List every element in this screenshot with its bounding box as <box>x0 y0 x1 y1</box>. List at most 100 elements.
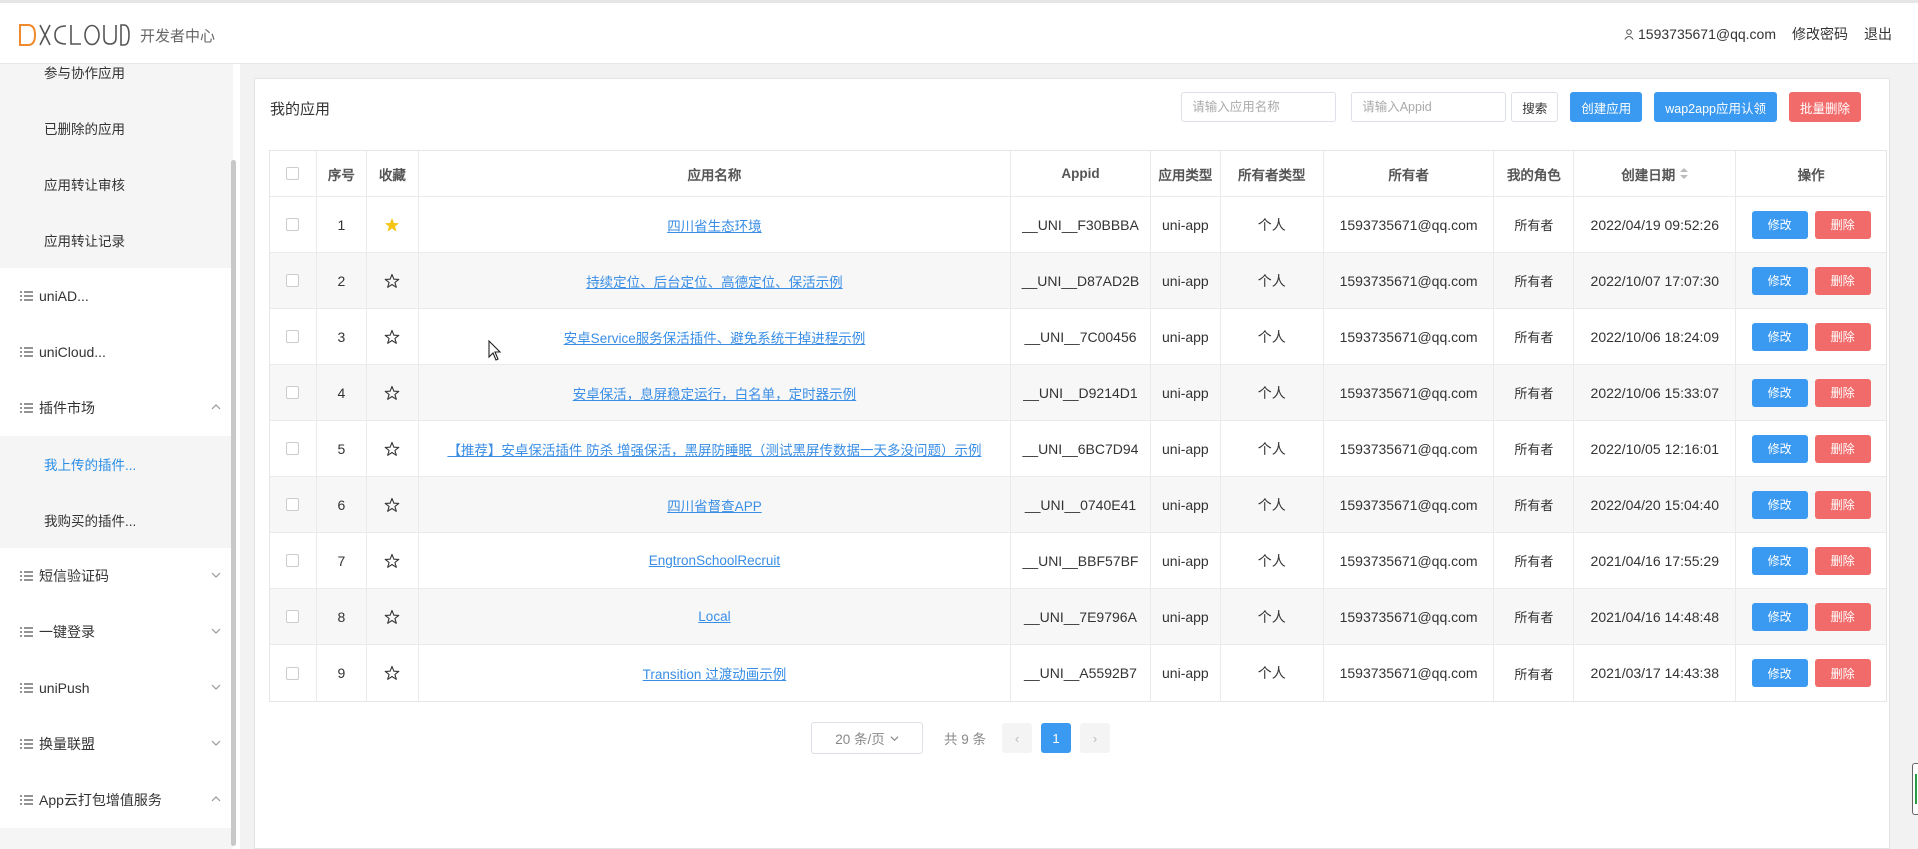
column-header: 创建日期 <box>1621 167 1676 183</box>
sidebar-item-label: uniCloud... <box>39 344 106 360</box>
sidebar-item-traffic-exchange[interactable]: 换量联盟 <box>0 716 233 772</box>
batch-delete-button[interactable]: 批量删除 <box>1788 92 1861 122</box>
delete-button[interactable]: 删除 <box>1814 378 1871 407</box>
app-name-link[interactable]: Local <box>698 609 730 624</box>
sidebar-item-my-uploaded-plugins[interactable]: 我上传的插件... <box>0 436 233 492</box>
edit-button[interactable]: 修改 <box>1751 434 1808 463</box>
row-number: 2 <box>317 253 367 308</box>
sidebar-item-uniad[interactable]: uniAD... <box>0 268 233 324</box>
row-checkbox[interactable] <box>286 330 300 343</box>
mouse-cursor-icon <box>488 340 502 361</box>
sidebar-item-collab-apps[interactable]: 参与协作应用 <box>0 64 233 100</box>
row-number: 3 <box>317 309 367 364</box>
star-outline-icon[interactable] <box>384 609 400 625</box>
star-filled-icon[interactable] <box>384 217 400 233</box>
owner-type-cell: 个人 <box>1221 197 1324 252</box>
edit-button[interactable]: 修改 <box>1751 659 1808 687</box>
edit-button[interactable]: 修改 <box>1751 490 1808 519</box>
change-password-link[interactable]: 修改密码 <box>1792 24 1848 44</box>
star-outline-icon[interactable] <box>384 665 400 681</box>
sidebar-scrollbar[interactable] <box>231 160 236 846</box>
role-cell: 所有者 <box>1494 253 1575 308</box>
app-name-link[interactable]: EngtronSchoolRecruit <box>649 553 780 568</box>
edge-scroll-widget[interactable] <box>1912 763 1918 815</box>
star-outline-icon[interactable] <box>384 441 400 457</box>
row-checkbox[interactable] <box>286 554 300 567</box>
row-checkbox[interactable] <box>286 610 300 623</box>
app-name-link[interactable]: 安卓保活，息屏稳定运行，白名单，定时器示例 <box>573 383 857 403</box>
app-type-cell: uni-app <box>1151 309 1221 364</box>
create-date-cell: 2021/04/16 14:48:48 <box>1574 589 1737 644</box>
table-row: 7 EngtronSchoolRecruit __UNI__BBF57BF uni-a… <box>270 533 1886 589</box>
appid-cell: __UNI__BBF57BF <box>1011 533 1151 588</box>
app-name-search-input[interactable] <box>1181 92 1337 122</box>
sidebar-item-my-purchased-plugins[interactable]: 我购买的插件... <box>0 492 233 548</box>
sidebar-item-app-cloud-build[interactable]: App云打包增值服务 <box>0 772 233 828</box>
select-all-checkbox[interactable] <box>286 167 300 180</box>
total-count: 共 9 条 <box>944 732 987 747</box>
row-checkbox[interactable] <box>286 442 300 455</box>
star-outline-icon[interactable] <box>384 273 400 289</box>
row-checkbox[interactable] <box>286 498 300 511</box>
app-name-link[interactable]: 【推荐】安卓保活插件 防杀 增强保活，黑屏防睡眠（测试黑屏传数据一天多没问题）示… <box>447 439 981 459</box>
edit-button[interactable]: 修改 <box>1751 546 1808 575</box>
create-date-cell: 2022/10/07 17:07:30 <box>1574 253 1737 308</box>
delete-button[interactable]: 删除 <box>1814 602 1871 631</box>
appid-cell: __UNI__D87AD2B <box>1011 253 1151 308</box>
row-checkbox[interactable] <box>286 218 300 231</box>
delete-button[interactable]: 删除 <box>1814 322 1871 351</box>
wap2app-claim-button[interactable]: wap2app应用认领 <box>1654 92 1777 122</box>
actions-cell: 修改 删除 <box>1736 365 1886 420</box>
sidebar-item-transfer-review[interactable]: 应用转让审核 <box>0 156 233 212</box>
sidebar-item-deleted-apps[interactable]: 已删除的应用 <box>0 100 233 156</box>
star-outline-icon[interactable] <box>384 329 400 345</box>
sidebar-item-transfer-records[interactable]: 应用转让记录 <box>0 212 233 268</box>
delete-button[interactable]: 删除 <box>1814 210 1871 239</box>
appid-search-input[interactable] <box>1351 92 1507 122</box>
sidebar-item-plugin-market[interactable]: 插件市场 <box>0 380 233 436</box>
app-name-link[interactable]: 安卓Service服务保活插件、避免系统干掉进程示例 <box>564 327 866 347</box>
prev-page-button[interactable]: ‹ <box>1002 723 1033 753</box>
row-number: 4 <box>317 365 367 420</box>
sidebar-item-unipush[interactable]: uniPush <box>0 660 233 716</box>
delete-button[interactable]: 删除 <box>1814 546 1871 575</box>
app-name-link[interactable]: 四川省生态环境 <box>667 215 762 235</box>
app-name-link[interactable]: 四川省督查APP <box>667 495 762 515</box>
create-date-cell: 2022/04/20 15:04:40 <box>1574 477 1737 532</box>
app-name-link[interactable]: 持续定位、后台定位、高德定位、保活示例 <box>586 271 843 291</box>
create-app-button[interactable]: 创建应用 <box>1570 92 1643 122</box>
star-outline-icon[interactable] <box>384 497 400 513</box>
star-outline-icon[interactable] <box>384 553 400 569</box>
row-checkbox[interactable] <box>286 386 300 399</box>
row-checkbox[interactable] <box>286 274 300 287</box>
sidebar-item-partial <box>0 828 233 849</box>
edit-button[interactable]: 修改 <box>1751 266 1808 295</box>
app-name-link[interactable]: Transition 过渡动画示例 <box>643 663 787 683</box>
sidebar-item-one-click-login[interactable]: 一键登录 <box>0 604 233 660</box>
edit-button[interactable]: 修改 <box>1751 378 1808 407</box>
star-outline-icon[interactable] <box>384 385 400 401</box>
delete-button[interactable]: 删除 <box>1814 434 1871 463</box>
dcloud-logo[interactable]: 开发者中心 <box>18 21 215 49</box>
next-page-button[interactable]: › <box>1080 723 1111 753</box>
create-date-sort-header[interactable]: 创建日期 <box>1574 151 1737 196</box>
appid-cell: __UNI__0740E41 <box>1011 477 1151 532</box>
sidebar-item-label: 短信验证码 <box>39 568 109 584</box>
user-account[interactable]: 1593735671@qq.com <box>1624 26 1776 42</box>
delete-button[interactable]: 删除 <box>1814 659 1871 687</box>
owner-cell: 1593735671@qq.com <box>1324 421 1495 476</box>
sidebar-item-sms[interactable]: 短信验证码 <box>0 548 233 604</box>
delete-button[interactable]: 删除 <box>1814 490 1871 519</box>
appid-cell: __UNI__7E9796A <box>1011 589 1151 644</box>
sidebar-item-unicloud[interactable]: uniCloud... <box>0 324 233 380</box>
edit-button[interactable]: 修改 <box>1751 602 1808 631</box>
logout-link[interactable]: 退出 <box>1864 24 1892 44</box>
edit-button[interactable]: 修改 <box>1751 322 1808 351</box>
search-button[interactable]: 搜索 <box>1511 92 1559 122</box>
page-size-select[interactable]: 20 条/页 <box>811 722 923 754</box>
row-checkbox[interactable] <box>286 666 300 680</box>
delete-button[interactable]: 删除 <box>1814 266 1871 295</box>
owner-cell: 1593735671@qq.com <box>1324 365 1495 420</box>
edit-button[interactable]: 修改 <box>1751 210 1808 239</box>
page-number-button[interactable]: 1 <box>1041 723 1072 753</box>
